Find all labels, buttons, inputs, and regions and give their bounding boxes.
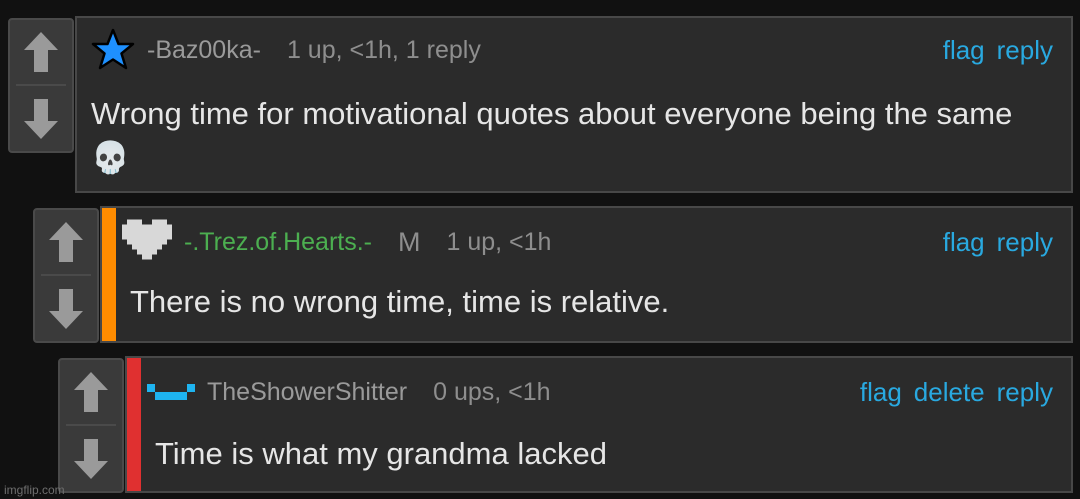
flag-link[interactable]: flag [860,377,902,408]
comment-body: There is no wrong time, time is relative… [130,284,670,319]
arrow-up-icon [24,32,58,72]
username[interactable]: -.Trez.of.Hearts.- [184,228,372,257]
arrow-down-icon [24,99,58,139]
comment-card: -.Trez.of.Hearts.- M 1 up, <1h flag repl… [100,206,1073,343]
downvote-button[interactable] [10,89,72,149]
upvote-button[interactable] [10,22,72,82]
arrow-down-icon [49,289,83,329]
thread-bar [102,208,116,341]
flag-link[interactable]: flag [943,35,985,66]
upvote-button[interactable] [35,212,97,272]
reply-link[interactable]: reply [997,35,1053,66]
blue-star-icon [91,28,135,72]
arrow-down-icon [74,439,108,479]
arrow-up-icon [49,222,83,262]
imgflip-watermark: imgflip.com [4,483,65,497]
thread-bar [127,358,141,491]
reply-link[interactable]: reply [997,227,1053,258]
downvote-button[interactable] [60,429,122,489]
delete-link[interactable]: delete [914,377,985,408]
pixel-heart-icon [122,219,172,265]
comment-meta: 1 up, <1h [446,227,552,256]
comment-card: -Baz00ka- 1 up, <1h, 1 reply flag reply … [75,16,1073,193]
comment-body: Wrong time for motivational quotes about… [91,96,1013,175]
arrow-up-icon [74,372,108,412]
upvote-button[interactable] [60,362,122,422]
comment-body: Time is what my grandma lacked [155,436,607,471]
flag-link[interactable]: flag [943,227,985,258]
username[interactable]: TheShowerShitter [207,378,407,407]
comment-card: TheShowerShitter 0 ups, <1h flag delete … [125,356,1073,493]
vote-box [33,208,99,343]
mod-badge: M [398,226,421,257]
blue-pixel-face-icon [147,377,195,407]
vote-box [58,358,124,493]
reply-link[interactable]: reply [997,377,1053,408]
comment-meta: 1 up, <1h, 1 reply [286,35,481,64]
downvote-button[interactable] [35,279,97,339]
comment-meta: 0 ups, <1h [433,377,551,406]
username[interactable]: -Baz00ka- [147,36,261,65]
vote-box [8,18,74,153]
